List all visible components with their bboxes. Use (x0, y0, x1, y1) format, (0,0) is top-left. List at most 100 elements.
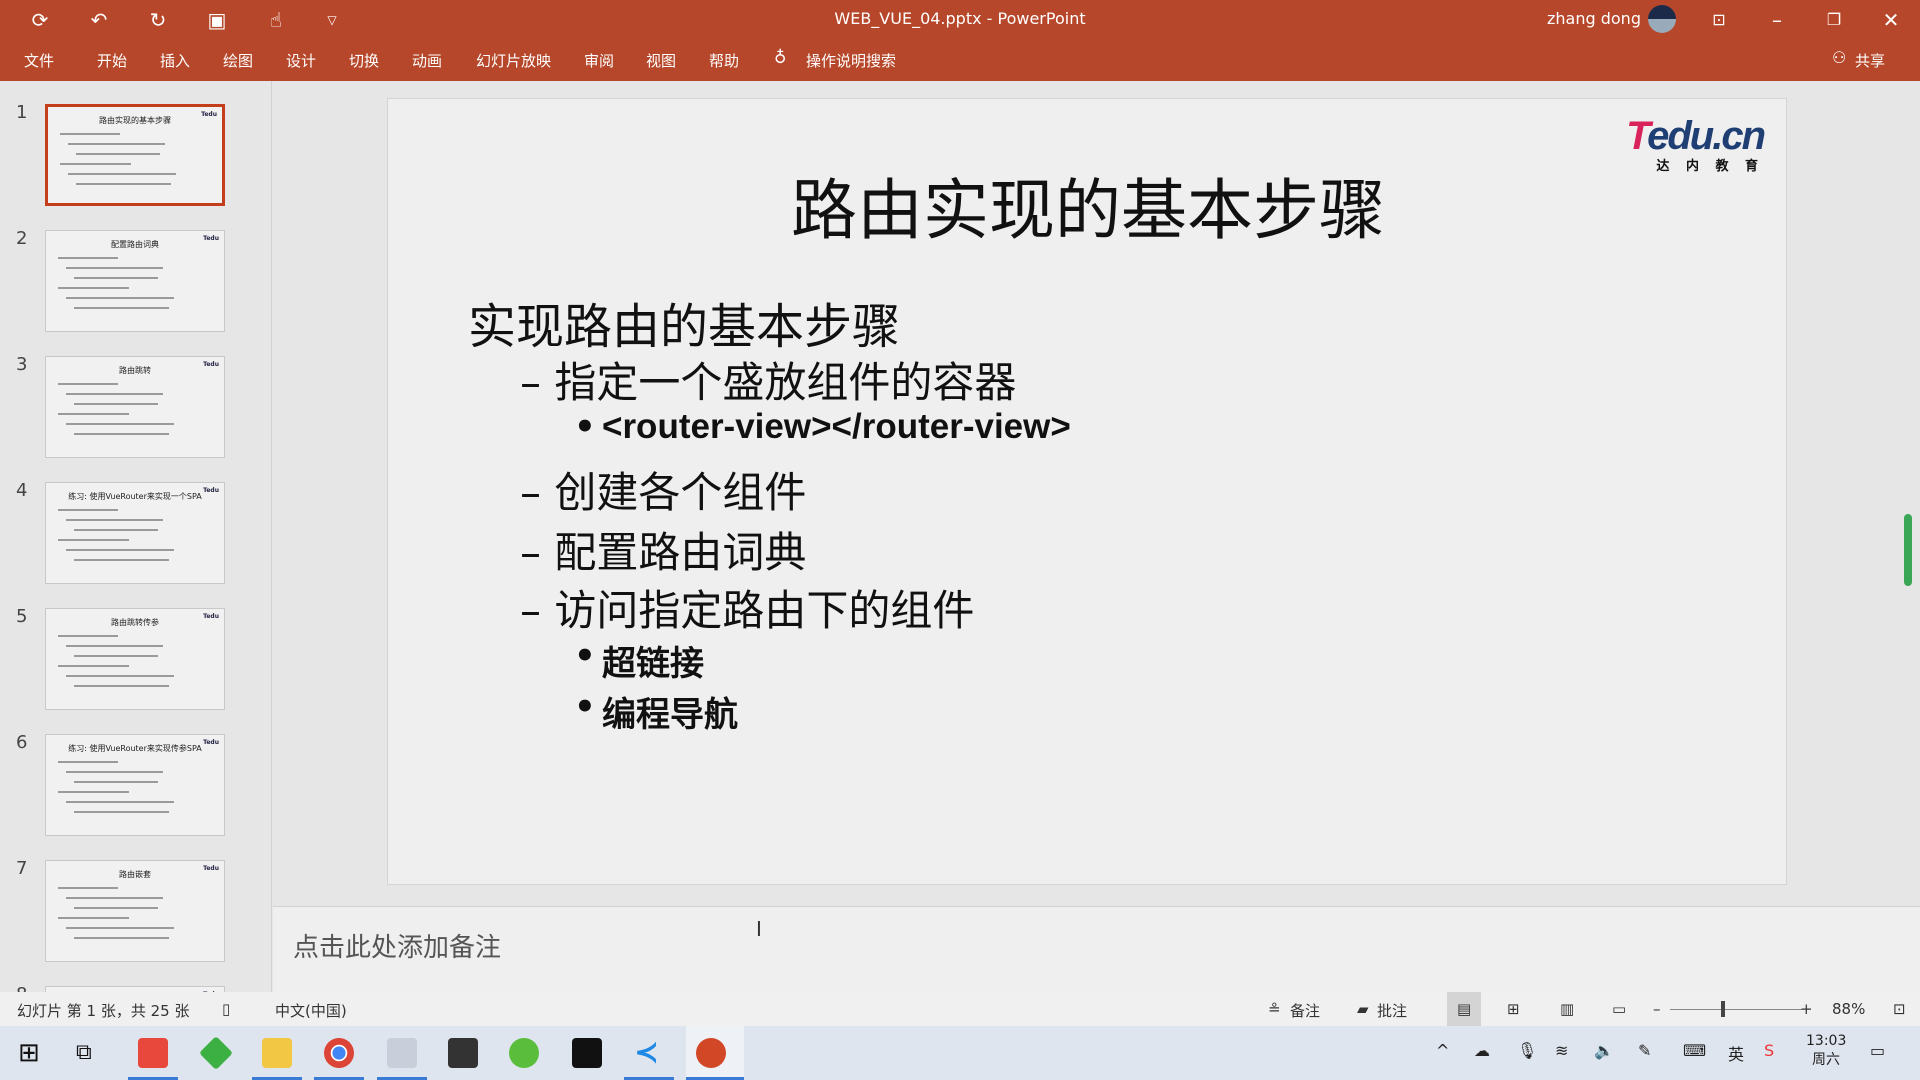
slide-number: 4 (16, 480, 28, 501)
thumbnail-text-line (66, 393, 163, 395)
thumbnail-text-line (66, 297, 174, 299)
status-bar: 幻灯片 第 1 张，共 25 张 ▯ 中文(中国) ≗ 备注 ▰ 批注 ▤ ⊞ … (0, 992, 1920, 1026)
thumbnail-logo: Tedu (201, 111, 217, 118)
tab-design[interactable]: 设计 (286, 50, 316, 71)
bullet-level2: – 访问指定路由下的组件 (520, 586, 975, 635)
thumbnail-text-line (74, 307, 169, 309)
thumbnail-text-line (58, 539, 129, 541)
app-icon-green[interactable] (199, 1036, 233, 1070)
slide-thumbnail[interactable]: 路由实现的基本步骤 Tedu (45, 104, 225, 206)
ribbon-display-icon[interactable]: ⊡ (1705, 8, 1733, 32)
app-icon-pen[interactable] (387, 1038, 417, 1068)
slide-thumbnail-pane: 1 路由实现的基本步骤 Tedu 2 配置路由词典 Tedu 3 路由跳转 Tedu 4 练习: 使… (0, 81, 272, 992)
vscode-icon[interactable]: ≺ (634, 1038, 664, 1068)
thumbnail-title: 配置路由词典 (111, 240, 159, 249)
ime-indicator[interactable]: 英 (1728, 1041, 1744, 1065)
restore-button[interactable]: ❐ (1820, 8, 1848, 32)
tab-view[interactable]: 视图 (646, 50, 676, 71)
slide-thumbnail[interactable]: 路由跳转传参 Tedu (45, 608, 225, 710)
thumbnail-title: 路由跳转传参 (111, 618, 159, 627)
user-name[interactable]: zhang dong (1547, 9, 1641, 28)
microphone-icon[interactable]: 🎙 (1517, 1041, 1537, 1060)
thumbnail-text-line (66, 897, 163, 899)
app-icon-c[interactable] (138, 1038, 168, 1068)
reading-view-icon[interactable]: ▥ (1560, 1000, 1574, 1018)
normal-view-button[interactable]: ▤ (1447, 992, 1481, 1026)
minimize-button[interactable]: – (1763, 8, 1791, 32)
thumbnail-title: 路由实现的基本步骤 (99, 116, 171, 125)
windows-start-icon[interactable]: ⊞ (18, 1038, 48, 1068)
accessibility-icon[interactable]: ▯ (222, 1000, 230, 1018)
slide-thumbnail[interactable]: 练习: 使用VueRouter来实现传参SPA Tedu (45, 734, 225, 836)
notes-pane[interactable]: 点击此处添加备注 I (273, 906, 1920, 992)
comments-button[interactable]: 批注 (1377, 1000, 1407, 1021)
sogou-icon[interactable]: S (1764, 1041, 1774, 1060)
thumbnail-text-line (58, 287, 129, 289)
slide-thumbnail[interactable]: 路由跳转 Tedu (45, 356, 225, 458)
zoom-level[interactable]: 88% (1832, 1000, 1865, 1018)
zoom-out-button[interactable]: – (1653, 1000, 1661, 1018)
tab-animations[interactable]: 动画 (412, 50, 442, 71)
notes-placeholder[interactable]: 点击此处添加备注 (293, 927, 501, 964)
thumbnail-text-line (74, 655, 158, 657)
tab-file[interactable]: 文件 (24, 50, 54, 71)
slide-sorter-view-icon[interactable]: ⊞ (1507, 1000, 1520, 1018)
slide-number: 2 (16, 228, 28, 249)
task-view-icon[interactable]: ⧉ (76, 1038, 106, 1068)
vertical-scrollbar-thumb[interactable] (1904, 514, 1912, 586)
thumbnail-text-line (58, 257, 118, 259)
file-explorer-icon[interactable] (262, 1038, 292, 1068)
tab-review[interactable]: 审阅 (584, 50, 614, 71)
notes-button[interactable]: 备注 (1290, 1000, 1320, 1021)
tab-draw[interactable]: 绘图 (223, 50, 253, 71)
text-cursor-icon: I (756, 917, 762, 941)
fit-slide-icon[interactable]: ⊡ (1893, 1000, 1906, 1018)
slideshow-view-icon[interactable]: ▭ (1612, 1000, 1626, 1018)
avatar[interactable] (1648, 5, 1676, 33)
slide-thumbnail[interactable]: 配置路由词典 Tedu (45, 230, 225, 332)
zoom-slider[interactable] (1670, 1009, 1802, 1010)
bullet-level3: 编程导航 (602, 695, 738, 735)
slide-number: 1 (16, 102, 28, 123)
thumbnail-text-line (58, 635, 118, 637)
normal-view-icon: ▤ (1457, 1000, 1472, 1018)
chrome-icon[interactable] (324, 1038, 354, 1068)
share-button[interactable]: 共享 (1855, 50, 1885, 71)
pen-icon[interactable]: ✎ (1638, 1041, 1651, 1060)
zoom-slider-thumb[interactable] (1720, 1001, 1725, 1017)
tab-help[interactable]: 帮助 (709, 50, 739, 71)
clock[interactable]: 13:03 周六 (1806, 1033, 1846, 1069)
thumbnail-text-line (66, 801, 174, 803)
tab-home[interactable]: 开始 (97, 50, 127, 71)
tab-insert[interactable]: 插入 (160, 50, 190, 71)
thumbnail-text-line (74, 811, 169, 813)
onedrive-icon[interactable]: ☁ (1474, 1041, 1490, 1060)
wechat-icon[interactable] (509, 1038, 539, 1068)
tab-transitions[interactable]: 切换 (349, 50, 379, 71)
thumbnail-text-line (74, 685, 169, 687)
thumbnail-text-line (74, 781, 158, 783)
powerpoint-icon[interactable] (696, 1038, 726, 1068)
terminal-icon[interactable] (572, 1038, 602, 1068)
thumbnail-text-line (68, 173, 176, 175)
wifi-icon[interactable]: ≋ (1555, 1041, 1568, 1060)
language-indicator[interactable]: 中文(中国) (275, 1000, 347, 1021)
tray-expand-icon[interactable]: ^ (1436, 1041, 1449, 1060)
tell-me-search[interactable]: 操作说明搜索 (806, 50, 896, 71)
volume-icon[interactable]: 🔈 (1594, 1041, 1614, 1060)
bullet-level1: 实现路由的基本步骤 (468, 299, 901, 355)
thumbnail-text-line (58, 791, 129, 793)
tab-slideshow[interactable]: 幻灯片放映 (476, 50, 551, 71)
keyboard-icon[interactable]: ⌨ (1683, 1041, 1706, 1060)
slide-thumbnail[interactable]: 练习: 使用VueRouter来实现一个SPA Tedu (45, 482, 225, 584)
notes-app-icon[interactable] (448, 1038, 478, 1068)
bullet-level3: 超链接 (602, 644, 704, 684)
thumbnail-logo: Tedu (203, 865, 219, 872)
zoom-in-button[interactable]: + (1800, 1000, 1813, 1018)
thumbnail-text-line (66, 771, 163, 773)
notification-icon[interactable]: ▭ (1870, 1041, 1885, 1060)
close-button[interactable]: ✕ (1877, 8, 1905, 32)
thumbnail-text-line (66, 927, 174, 929)
slide-canvas[interactable]: Tedu.cn 达 内 教 育 路由实现的基本步骤 实现路由的基本步骤 – 指定… (387, 98, 1787, 885)
slide-thumbnail[interactable]: 路由嵌套 Tedu (45, 860, 225, 962)
